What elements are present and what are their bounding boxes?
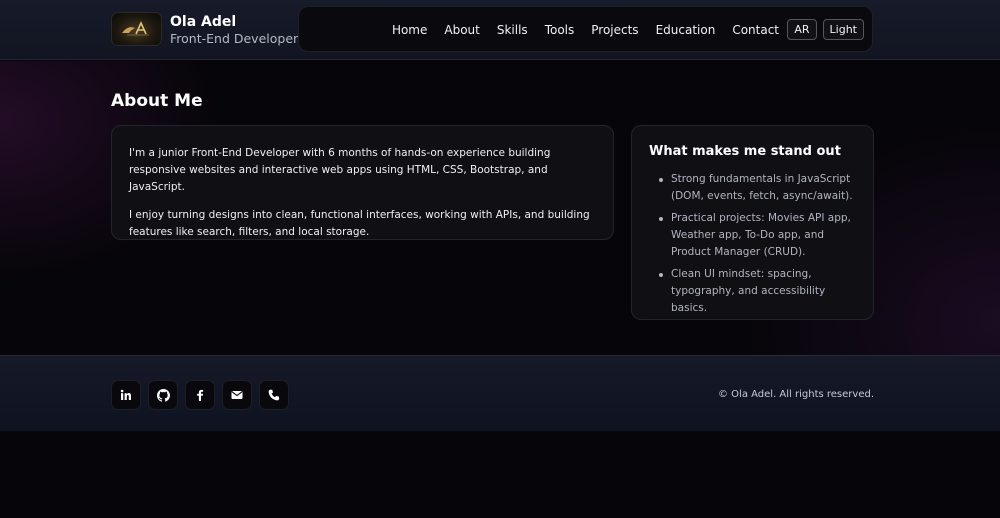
nav-link-education[interactable]: Education [656, 23, 716, 37]
language-toggle-button[interactable]: AR [787, 19, 817, 40]
nav-link-skills[interactable]: Skills [497, 23, 528, 37]
brand-role: Front-End Developer [170, 30, 299, 46]
github-icon [156, 388, 170, 402]
standout-title: What makes me stand out [649, 144, 841, 159]
logo-mark-icon [121, 21, 149, 36]
main-nav: Home About Skills Tools Projects Educati… [298, 6, 873, 52]
about-card: I'm a junior Front-End Developer with 6 … [111, 125, 614, 240]
email-icon [231, 391, 243, 399]
nav-link-about[interactable]: About [444, 23, 479, 37]
nav-link-home[interactable]: Home [392, 23, 427, 37]
nav-link-tools[interactable]: Tools [545, 23, 575, 37]
about-paragraph-1: I'm a junior Front-End Developer with 6 … [129, 147, 551, 193]
list-item: Strong fundamentals in JavaScript (DOM, … [659, 171, 857, 205]
email-button[interactable] [222, 380, 252, 410]
copyright-text: © Ola Adel. All rights reserved. [717, 389, 874, 400]
linkedin-icon [120, 389, 131, 400]
site-header: Ola Adel Front-End Developer Home About … [0, 0, 1000, 60]
facebook-button[interactable] [185, 380, 215, 410]
nav-link-contact[interactable]: Contact [732, 23, 779, 37]
list-item: Clean UI mindset: spacing, typography, a… [659, 266, 857, 317]
about-paragraph-2: I enjoy turning designs into clean, func… [129, 209, 590, 238]
logo [111, 12, 162, 46]
social-links [111, 380, 296, 410]
linkedin-button[interactable] [111, 380, 141, 410]
theme-toggle-button[interactable]: Light [822, 19, 864, 40]
site-footer: © Ola Adel. All rights reserved. [0, 355, 1000, 431]
phone-icon [268, 389, 280, 401]
standout-card: What makes me stand out Strong fundament… [631, 125, 874, 320]
section-title: About Me [111, 91, 203, 111]
nav-link-projects[interactable]: Projects [591, 23, 638, 37]
github-button[interactable] [148, 380, 178, 410]
facebook-icon [197, 389, 204, 401]
page-bottom [0, 431, 1000, 518]
list-item: Practical projects: Movies API app, Weat… [659, 210, 857, 261]
brand[interactable]: Ola Adel Front-End Developer [111, 12, 298, 46]
standout-list: Strong fundamentals in JavaScript (DOM, … [649, 171, 857, 317]
about-section: About Me I'm a junior Front-End Develope… [0, 61, 1000, 355]
brand-name: Ola Adel [170, 13, 237, 30]
phone-button[interactable] [259, 380, 289, 410]
